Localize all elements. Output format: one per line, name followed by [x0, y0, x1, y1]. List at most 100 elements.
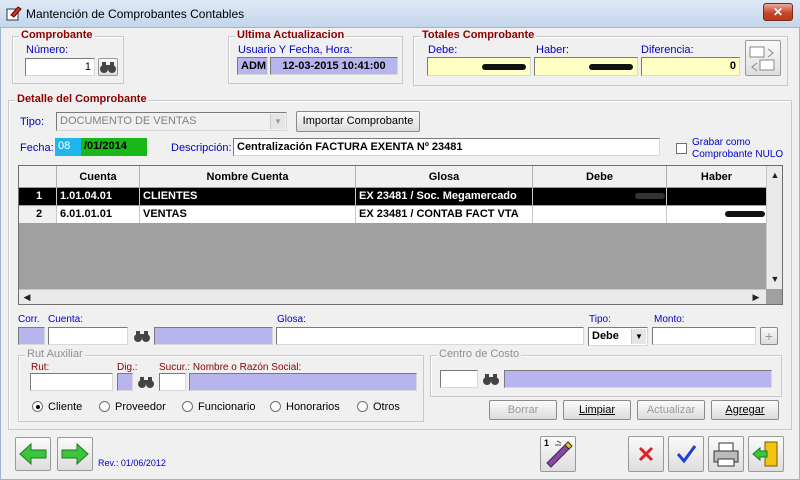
- importar-comprobante-button[interactable]: Importar Comprobante: [296, 111, 420, 132]
- fecha-day-field[interactable]: 08: [55, 138, 81, 156]
- cancel-button[interactable]: [628, 436, 664, 472]
- actualizar-button[interactable]: Actualizar: [637, 400, 705, 420]
- folders-icon: [749, 46, 775, 72]
- chevron-down-icon: ▼: [631, 329, 646, 344]
- importar-label: Importar Comprobante: [302, 115, 414, 127]
- radio-cliente-label: Cliente: [48, 401, 83, 413]
- debe-cell: [533, 188, 667, 205]
- table-row[interactable]: 1 1.01.04.01 CLIENTES EX 23481 / Soc. Me…: [19, 188, 767, 205]
- glosa-cell: EX 23481 / CONTAB FACT VTA: [356, 206, 533, 223]
- tipo-entry-select[interactable]: Debe ▼: [588, 327, 648, 346]
- agregar-button[interactable]: Agregar: [711, 400, 779, 420]
- centro-costo-field[interactable]: [440, 370, 478, 388]
- search-rut-button[interactable]: [137, 374, 155, 390]
- grabar-label-2: Comprobante NULO: [692, 149, 784, 160]
- tipo-entry-label: Tipo:: [589, 314, 611, 325]
- binoculars-icon: [134, 331, 150, 342]
- binoculars-icon: [483, 374, 499, 385]
- cuenta-cell: 1.01.04.01: [57, 188, 140, 205]
- cuenta-field[interactable]: [48, 327, 128, 345]
- grid-header-haber[interactable]: Haber: [667, 166, 767, 188]
- borrar-label: Borrar: [507, 404, 539, 416]
- radio-dot: [182, 401, 193, 412]
- print-numbered-button[interactable]: 1: [540, 436, 576, 472]
- usuario-field: ADM: [237, 57, 268, 75]
- table-row[interactable]: 2 6.01.01.01 VENTAS EX 23481 / CONTAB FA…: [19, 206, 767, 223]
- search-centro-costo-button[interactable]: [482, 371, 500, 387]
- radio-proveedor[interactable]: Proveedor: [99, 401, 166, 413]
- arrow-right-icon: [61, 442, 89, 466]
- comprobante-legend: Comprobante: [19, 29, 95, 41]
- glosa-label: Glosa:: [277, 314, 306, 325]
- haber-cell: [667, 188, 767, 205]
- nombre-cuenta-cell: CLIENTES: [140, 188, 356, 205]
- grid-header-debe[interactable]: Debe: [533, 166, 667, 188]
- grabar-nulo-checkbox[interactable]: [676, 143, 687, 154]
- borrar-button[interactable]: Borrar: [489, 400, 557, 420]
- print-button[interactable]: [708, 436, 744, 472]
- app-icon: [6, 6, 22, 21]
- radio-dot: [270, 401, 281, 412]
- scroll-right-icon[interactable]: ▶: [749, 290, 763, 304]
- nombre-cuenta-field: [154, 327, 273, 345]
- tipo-select[interactable]: DOCUMENTO DE VENTAS ▼: [56, 112, 287, 131]
- grid-header-cuenta[interactable]: Cuenta: [57, 166, 140, 188]
- corr-label: Corr.: [18, 314, 40, 325]
- scroll-down-icon[interactable]: ▼: [768, 272, 782, 286]
- glosa-field[interactable]: [276, 327, 584, 345]
- fecha-hora-field: 12-03-2015 10:41:00: [270, 57, 398, 75]
- scroll-left-icon[interactable]: ◀: [20, 290, 34, 304]
- tipo-entry-value: Debe: [592, 330, 619, 342]
- monto-field[interactable]: [652, 327, 756, 345]
- radio-otros[interactable]: Otros: [357, 401, 400, 413]
- row-number: 1: [19, 188, 57, 205]
- centro-costo-legend: Centro de Costo: [437, 348, 522, 360]
- totales-legend: Totales Comprobante: [420, 29, 537, 41]
- grid-vertical-scrollbar[interactable]: ▲ ▼: [766, 166, 782, 289]
- add-line-button[interactable]: +: [760, 327, 778, 345]
- grid-header-row-number: [19, 166, 57, 188]
- radio-dot: [357, 401, 368, 412]
- swap-folders-button[interactable]: [745, 40, 781, 76]
- next-button[interactable]: [57, 437, 93, 471]
- search-numero-button[interactable]: [98, 58, 118, 76]
- exit-button[interactable]: [748, 436, 784, 472]
- detail-grid[interactable]: Cuenta Nombre Cuenta Glosa Debe Haber 1 …: [18, 165, 783, 305]
- row-number: 2: [19, 206, 57, 223]
- window-title: Mantención de Comprobantes Contables: [26, 7, 245, 21]
- descripcion-field[interactable]: Centralización FACTURA EXENTA Nº 23481: [233, 138, 660, 156]
- fecha-rest-field[interactable]: /01/2014: [81, 138, 147, 156]
- debe-cell: [533, 206, 667, 223]
- scroll-up-icon[interactable]: ▲: [768, 168, 782, 182]
- grid-header-nombre-cuenta[interactable]: Nombre Cuenta: [140, 166, 356, 188]
- cuenta-label: Cuenta:: [48, 314, 84, 325]
- previous-button[interactable]: [15, 437, 51, 471]
- grabar-label-1: Grabar como: [692, 137, 751, 148]
- grid-header-glosa[interactable]: Glosa: [356, 166, 533, 188]
- radio-funcionario[interactable]: Funcionario: [182, 401, 255, 413]
- detalle-legend: Detalle del Comprobante: [15, 93, 149, 105]
- close-button[interactable]: ✕: [763, 3, 793, 21]
- radio-honorarios[interactable]: Honorarios: [270, 401, 340, 413]
- tipo-label: Tipo:: [20, 116, 45, 128]
- limpiar-button[interactable]: Limpiar: [563, 400, 631, 420]
- debe-label: Debe:: [428, 44, 458, 56]
- radio-cliente[interactable]: Cliente: [32, 401, 82, 413]
- descripcion-label: Descripción:: [171, 142, 232, 154]
- arrow-left-icon: [19, 442, 47, 466]
- nombre-cuenta-cell: VENTAS: [140, 206, 356, 223]
- printer-icon: [713, 442, 739, 467]
- search-cuenta-button[interactable]: [133, 328, 151, 344]
- sucursal-field[interactable]: [159, 373, 186, 391]
- limpiar-label: Limpiar: [578, 404, 616, 416]
- sucur-label: Sucur.: Nombre o Razón Social:: [159, 362, 302, 373]
- dig-label: Dig.:: [117, 362, 138, 373]
- radio-honorarios-label: Honorarios: [286, 401, 340, 413]
- usuario-fecha-label: Usuario Y Fecha, Hora:: [238, 44, 353, 56]
- debe-total-field: [427, 57, 531, 76]
- tipo-value: DOCUMENTO DE VENTAS: [60, 115, 197, 127]
- grid-horizontal-scrollbar[interactable]: ◀ ▶: [19, 289, 766, 304]
- numero-field[interactable]: 1: [25, 58, 95, 76]
- rut-field[interactable]: [30, 373, 113, 391]
- accept-button[interactable]: [668, 436, 704, 472]
